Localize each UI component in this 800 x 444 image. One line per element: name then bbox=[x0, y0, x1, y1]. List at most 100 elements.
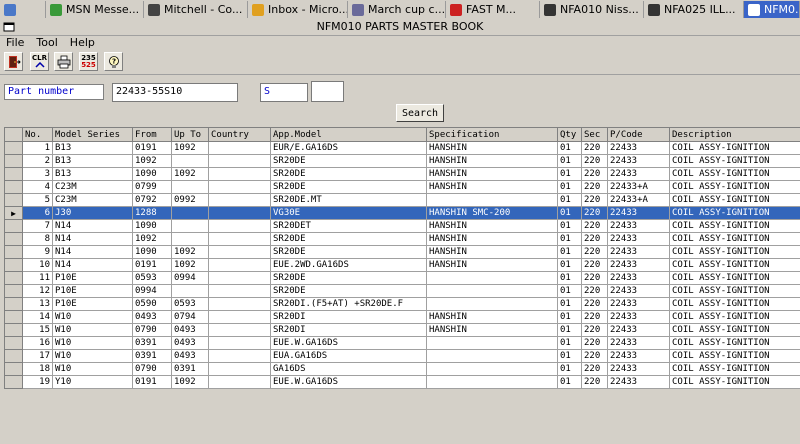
taskbar-item[interactable]: FAST M... bbox=[446, 1, 540, 18]
help-button[interactable]: ? bbox=[104, 52, 123, 71]
taskbar-item[interactable]: Inbox - Micro... bbox=[248, 1, 348, 18]
row-indicator[interactable] bbox=[4, 245, 23, 259]
taskbar-item[interactable]: Mitchell - Co... bbox=[144, 1, 248, 18]
print-button[interactable] bbox=[54, 52, 73, 71]
row-indicator[interactable] bbox=[4, 375, 23, 389]
table-cell: 17 bbox=[22, 349, 53, 363]
table-row[interactable]: 1 B13 0191 1092 EUR/E.GA16DS HANSHIN 01 220 2243… bbox=[4, 141, 800, 155]
column-header[interactable]: Country bbox=[208, 127, 271, 142]
table-cell: SR20DE bbox=[270, 232, 427, 246]
table-cell bbox=[171, 232, 209, 246]
column-header[interactable]: Sec bbox=[581, 127, 608, 142]
column-header[interactable]: From bbox=[132, 127, 172, 142]
fast-icon bbox=[450, 3, 462, 16]
exit-button[interactable] bbox=[4, 52, 23, 71]
table-row[interactable]: 18 W10 0790 0391 GA16DS 01 220 22433 COIL ASSY-I… bbox=[4, 362, 800, 376]
table-row[interactable]: 12 P10E 0994 SR20DE 01 220 22433 COIL ASSY-IGNI… bbox=[4, 284, 800, 298]
menu-help[interactable]: Help bbox=[70, 36, 95, 50]
row-indicator[interactable] bbox=[4, 180, 23, 194]
table-cell: EUE.2WD.GA16DS bbox=[270, 258, 427, 272]
taskbar-item[interactable] bbox=[0, 1, 46, 18]
table-cell: 13 bbox=[22, 297, 53, 311]
column-header[interactable]: App.Model bbox=[270, 127, 427, 142]
taskbar: MSN Messe... Mitchell - Co... Inbox - Micr… bbox=[0, 0, 800, 20]
column-header[interactable]: Model Series bbox=[52, 127, 133, 142]
table-cell: COIL ASSY-IGNITION bbox=[669, 206, 800, 220]
table-cell: COIL ASSY-IGNITION bbox=[669, 141, 800, 155]
table-cell: 01 bbox=[557, 362, 582, 376]
column-header[interactable]: Specification bbox=[426, 127, 558, 142]
table-row[interactable]: 13 P10E 0590 0593 SR20DI.(F5+AT) +SR20DE.F 01… bbox=[4, 297, 800, 311]
table-cell: HANSHIN bbox=[426, 323, 558, 337]
table-row[interactable]: 11 P10E 0593 0994 SR20DE 01 220 22433 COIL ASSY-… bbox=[4, 271, 800, 285]
table-cell: COIL ASSY-IGNITION bbox=[669, 180, 800, 194]
table-row[interactable]: 4 C23M 0799 SR20DE HANSHIN 01 220 22433+A COIL A… bbox=[4, 180, 800, 194]
row-indicator[interactable] bbox=[4, 258, 23, 272]
table-cell: 22433+A bbox=[607, 193, 670, 207]
row-indicator[interactable] bbox=[4, 219, 23, 233]
row-indicator[interactable] bbox=[4, 323, 23, 337]
taskbar-item[interactable]: March cup c... bbox=[348, 1, 446, 18]
menu-bar: File Tool Help bbox=[0, 36, 800, 50]
row-indicator[interactable] bbox=[4, 362, 23, 376]
row-indicator[interactable] bbox=[4, 349, 23, 363]
table-row[interactable]: 17 W10 0391 0493 EUA.GA16DS 01 220 22433 COIL AS… bbox=[4, 349, 800, 363]
column-header[interactable]: Description bbox=[669, 127, 800, 142]
table-cell: 22433 bbox=[607, 206, 670, 220]
table-cell: 01 bbox=[557, 297, 582, 311]
table-cell: 22433 bbox=[607, 154, 670, 168]
row-indicator[interactable] bbox=[4, 297, 23, 311]
row-indicator[interactable] bbox=[4, 232, 23, 246]
table-row[interactable]: 8 N14 1092 SR20DE HANSHIN 01 220 22433 COIL ASSY… bbox=[4, 232, 800, 246]
code-input[interactable]: S bbox=[260, 83, 308, 102]
table-row[interactable]: 15 W10 0790 0493 SR20DI HANSHIN 01 220 22433 COIL… bbox=[4, 323, 800, 337]
extra-input[interactable] bbox=[311, 81, 344, 102]
clear-button[interactable]: CLR bbox=[30, 52, 49, 71]
row-indicator[interactable]: ▶ bbox=[4, 206, 23, 220]
table-row[interactable]: ▶ 6 J30 1288 VG30E HANSHIN SMC-200 01 220 22433 C… bbox=[4, 206, 800, 220]
table-cell bbox=[208, 219, 271, 233]
table-row[interactable]: 3 B13 1090 1092 SR20DE HANSHIN 01 220 22433 COIL … bbox=[4, 167, 800, 181]
table-cell: 01 bbox=[557, 284, 582, 298]
row-indicator[interactable] bbox=[4, 284, 23, 298]
table-cell: 220 bbox=[581, 336, 608, 350]
table-row[interactable]: 14 W10 0493 0794 SR20DI HANSHIN 01 220 22433 COIL… bbox=[4, 310, 800, 324]
row-indicator[interactable] bbox=[4, 336, 23, 350]
menu-file[interactable]: File bbox=[6, 36, 24, 50]
table-cell: 22433 bbox=[607, 323, 670, 337]
row-indicator[interactable] bbox=[4, 193, 23, 207]
table-row[interactable]: 9 N14 1090 1092 SR20DE HANSHIN 01 220 22433 COIL … bbox=[4, 245, 800, 259]
calculator-button[interactable]: 235 525 bbox=[79, 52, 98, 71]
table-row[interactable]: 16 W10 0391 0493 EUE.W.GA16DS 01 220 22433 COIL … bbox=[4, 336, 800, 350]
table-row[interactable]: 5 C23M 0792 0992 SR20DE.MT 01 220 22433+A COIL A… bbox=[4, 193, 800, 207]
table-cell: 5 bbox=[22, 193, 53, 207]
column-header[interactable]: No. bbox=[22, 127, 53, 142]
row-indicator[interactable] bbox=[4, 271, 23, 285]
table-cell bbox=[426, 375, 558, 389]
table-cell: 220 bbox=[581, 141, 608, 155]
nfa-icon bbox=[648, 3, 660, 16]
table-row[interactable]: 19 Y10 0191 1092 EUE.W.GA16DS 01 220 22433 COIL … bbox=[4, 375, 800, 389]
search-button[interactable]: Search bbox=[396, 104, 444, 122]
table-row[interactable]: 7 N14 1090 SR20DET HANSHIN 01 220 22433 COIL ASS… bbox=[4, 219, 800, 233]
taskbar-item[interactable]: NFM0... bbox=[744, 1, 800, 18]
row-indicator[interactable] bbox=[4, 310, 23, 324]
msn-icon bbox=[50, 3, 62, 16]
toolbar: CLR 235 525 ? bbox=[0, 50, 800, 75]
row-indicator[interactable] bbox=[4, 167, 23, 181]
table-cell: P10E bbox=[52, 284, 133, 298]
taskbar-item[interactable]: MSN Messe... bbox=[46, 1, 144, 18]
table-row[interactable]: 10 N14 0191 1092 EUE.2WD.GA16DS HANSHIN 01 220 2… bbox=[4, 258, 800, 272]
taskbar-item[interactable]: NFA025 ILL... bbox=[644, 1, 744, 18]
part-number-input[interactable]: 22433-55S10 bbox=[112, 83, 238, 102]
column-header[interactable]: Up To bbox=[171, 127, 209, 142]
column-header[interactable]: Qty bbox=[557, 127, 582, 142]
row-indicator[interactable] bbox=[4, 154, 23, 168]
menu-tool[interactable]: Tool bbox=[36, 36, 57, 50]
row-indicator[interactable] bbox=[4, 141, 23, 155]
table-cell bbox=[208, 375, 271, 389]
table-row[interactable]: 2 B13 1092 SR20DE HANSHIN 01 220 22433 COIL ASSY… bbox=[4, 154, 800, 168]
table-cell: N14 bbox=[52, 245, 133, 259]
column-header[interactable]: P/Code bbox=[607, 127, 670, 142]
taskbar-item[interactable]: NFA010 Niss... bbox=[540, 1, 644, 18]
